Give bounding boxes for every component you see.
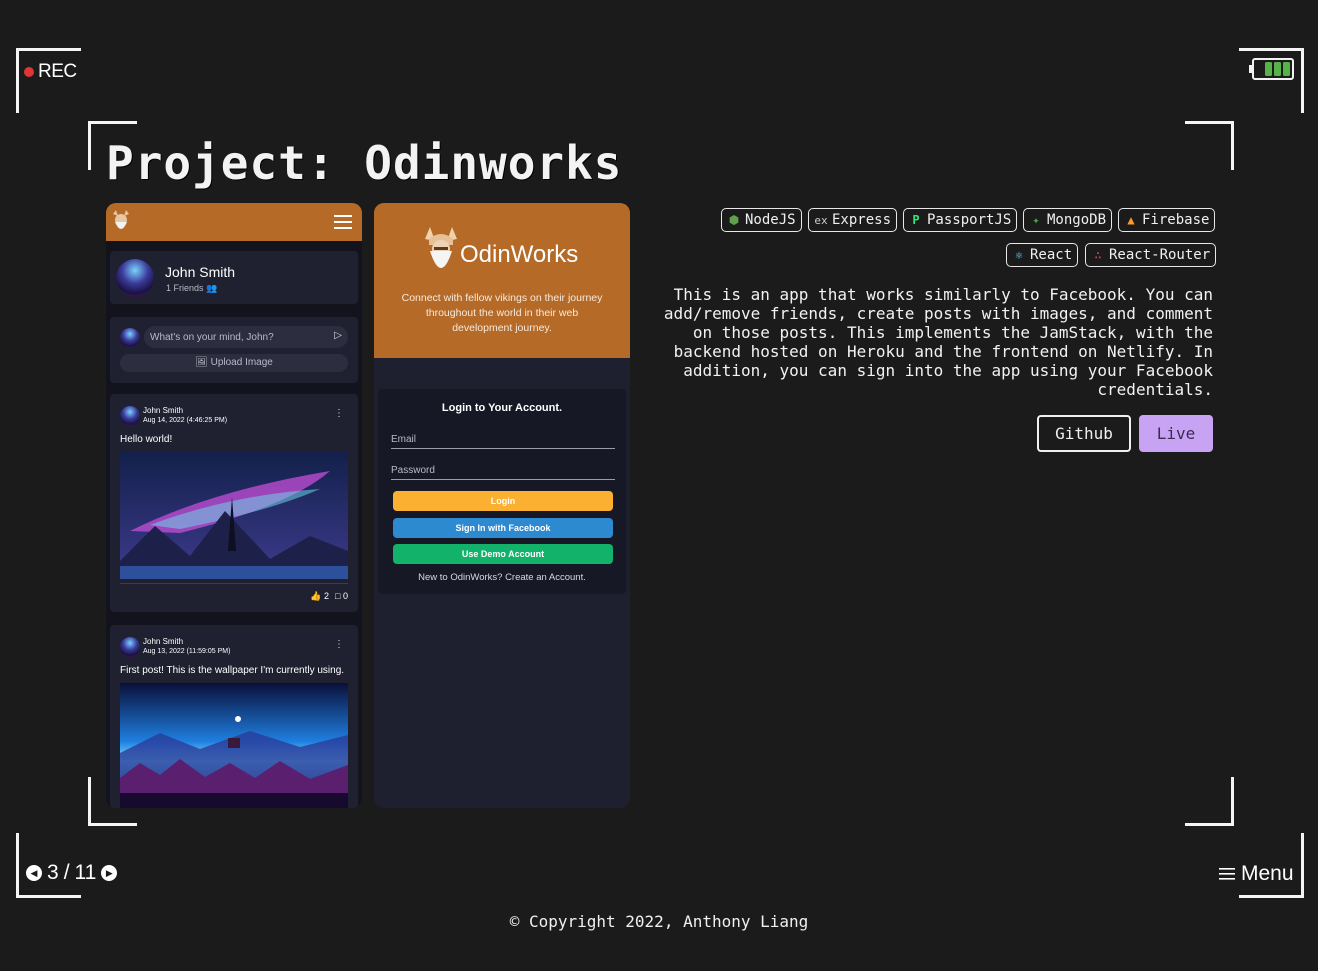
image-icon: 🖼	[195, 357, 208, 368]
github-button[interactable]: Github	[1037, 415, 1131, 452]
composer-input[interactable]: What's on your mind, John? ▷	[144, 326, 348, 348]
login-title: Login to Your Account.	[441, 402, 563, 414]
thumbs-up-icon: 👍	[310, 591, 322, 601]
post-card: John Smith Aug 13, 2022 (11:59:05 PM) ⋮ …	[110, 625, 358, 808]
facebook-login-button[interactable]: Sign In with Facebook	[393, 518, 613, 538]
tag-nodejs: ⬢ NodeJS	[721, 208, 802, 232]
post-composer: What's on your mind, John? ▷ 🖼 Upload Im…	[110, 317, 358, 383]
comment-count[interactable]: □ 0	[335, 591, 348, 602]
prev-icon[interactable]: ◀	[26, 865, 42, 881]
pager-separator: /	[63, 861, 70, 884]
post-text: Hello world!	[120, 434, 173, 445]
battery-icon	[1249, 58, 1294, 80]
password-label: Password	[391, 465, 435, 476]
friends-icon: 👥	[206, 283, 218, 293]
mongodb-icon: ✦	[1032, 213, 1040, 227]
tag-label: PassportJS	[927, 212, 1012, 228]
pager-current: 3	[47, 861, 59, 884]
nodejs-icon: ⬢	[728, 213, 740, 227]
menu-label: Menu	[1241, 862, 1294, 885]
copyright: © Copyright 2022, Anthony Liang	[509, 912, 809, 931]
odin-logo-icon	[425, 227, 457, 268]
post-stats: 👍 2 □ 0	[310, 591, 348, 602]
frame-corner-top-right	[1185, 121, 1234, 170]
like-count-value: 2	[324, 591, 330, 601]
post-date: Aug 13, 2022 (11:59:05 PM)	[143, 648, 231, 655]
screenshot-feed: John Smith 1 Friends 👥 What's on your mi…	[106, 203, 362, 808]
tag-express: ex Express	[808, 208, 898, 232]
avatar	[120, 406, 140, 426]
live-button[interactable]: Live	[1139, 415, 1213, 452]
tag-firebase: ▲ Firebase	[1118, 208, 1216, 232]
tag-label: Firebase	[1142, 212, 1210, 228]
brand-name: OdinWorks	[460, 241, 579, 268]
brand-tagline: Connect with fellow vikings on their jou…	[401, 292, 603, 334]
login-card: Login to Your Account. Email Password Lo…	[378, 389, 626, 594]
post-date: Aug 14, 2022 (4:46:25 PM)	[143, 417, 228, 424]
tag-react: ⚛ React	[1006, 243, 1079, 267]
tag-label: React-Router	[1109, 247, 1211, 263]
tag-label: Express	[832, 212, 892, 228]
profile-card: John Smith 1 Friends 👥	[110, 251, 358, 304]
friends-count-label: 1 Friends	[166, 283, 204, 293]
pager-total: 11	[74, 861, 97, 884]
composer-placeholder: What's on your mind, John?	[150, 332, 274, 343]
upload-image-button[interactable]: 🖼 Upload Image	[120, 354, 348, 372]
firebase-icon: ▲	[1127, 213, 1135, 227]
profile-name: John Smith	[165, 264, 236, 280]
comment-count-value: 0	[342, 591, 348, 601]
avatar	[120, 328, 140, 348]
tag-passportjs: P PassportJS	[903, 208, 1018, 232]
pager: ◀ 3 / 11 ▶	[26, 861, 118, 885]
comment-icon: □	[335, 591, 341, 601]
screenshot-login: OdinWorks Connect with fellow vikings on…	[374, 203, 630, 808]
login-button[interactable]: Login	[393, 491, 613, 511]
tag-label: NodeJS	[745, 212, 796, 228]
tag-label: React	[1030, 247, 1073, 263]
password-field[interactable]: Password	[391, 465, 615, 480]
passport-icon: P	[912, 213, 920, 227]
post-image	[120, 683, 348, 808]
like-count[interactable]: 👍 2	[310, 591, 329, 602]
menu-button[interactable]: Menu	[1219, 862, 1294, 886]
rec-indicator: REC	[24, 61, 77, 83]
email-field[interactable]: Email	[391, 434, 615, 449]
upload-image-label: Upload Image	[210, 357, 273, 368]
signup-link[interactable]: New to OdinWorks? Create an Account.	[378, 572, 626, 583]
tag-mongodb: ✦ MongoDB	[1023, 208, 1113, 232]
tag-label: MongoDB	[1047, 212, 1107, 228]
rec-dot-icon	[24, 67, 34, 77]
app-navbar	[106, 203, 362, 241]
tag-react-router: ∴ React-Router	[1085, 243, 1217, 267]
page-title: Project: Odinworks	[106, 136, 623, 190]
hamburger-icon[interactable]	[334, 215, 352, 230]
post-author: John Smith	[143, 406, 184, 415]
express-icon: ex	[814, 213, 828, 227]
post-text: First post! This is the wallpaper I'm cu…	[120, 665, 345, 676]
friends-count: 1 Friends 👥	[166, 283, 217, 294]
send-icon[interactable]: ▷	[334, 330, 342, 341]
next-icon[interactable]: ▶	[101, 865, 118, 881]
divider	[120, 583, 348, 584]
post-author: John Smith	[143, 637, 184, 646]
avatar	[116, 259, 154, 297]
odin-logo-icon	[113, 210, 129, 229]
rec-label: REC	[38, 61, 77, 82]
post-card: John Smith Aug 14, 2022 (4:46:25 PM) ⋮ H…	[110, 394, 358, 612]
email-label: Email	[391, 434, 417, 445]
demo-account-button[interactable]: Use Demo Account	[393, 544, 613, 564]
project-description: This is an app that works similarly to F…	[663, 285, 1213, 399]
menu-icon	[1219, 868, 1235, 880]
react-icon: ⚛	[1015, 248, 1023, 262]
avatar	[120, 637, 140, 657]
more-options-icon[interactable]: ⋮	[334, 639, 344, 650]
frame-corner-bottom-right	[1185, 777, 1234, 826]
react-router-icon: ∴	[1094, 248, 1102, 262]
login-hero: OdinWorks Connect with fellow vikings on…	[374, 203, 630, 358]
more-options-icon[interactable]: ⋮	[334, 408, 344, 419]
post-image	[120, 451, 348, 579]
